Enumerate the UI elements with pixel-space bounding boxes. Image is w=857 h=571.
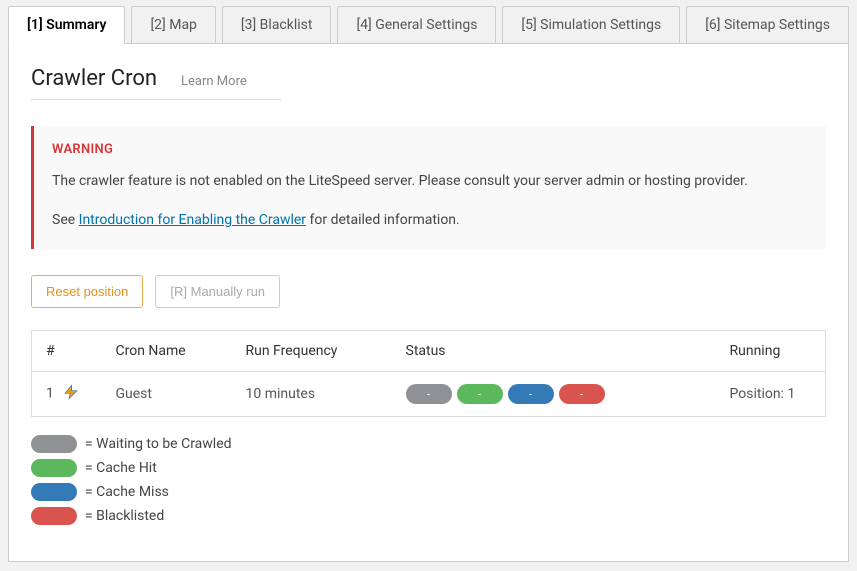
warning-line1: The crawler feature is not enabled on th… <box>52 169 808 194</box>
legend-miss: = Cache Miss <box>31 483 826 501</box>
page-title-row: Crawler Cron Learn More <box>31 66 281 100</box>
warning-line2-prefix: See <box>52 212 79 228</box>
th-num: # <box>32 331 102 372</box>
status-pill-black: - <box>559 384 605 404</box>
cell-name: Guest <box>102 372 232 417</box>
legend-pill-gray <box>31 435 77 453</box>
th-name: Cron Name <box>102 331 232 372</box>
manually-run-button[interactable]: [R] Manually run <box>155 275 280 308</box>
tab-summary[interactable]: [1] Summary <box>8 6 125 44</box>
button-row: Reset position [R] Manually run <box>31 275 826 308</box>
table-row: 1 Guest 10 minutes - - - - <box>32 372 826 417</box>
crawler-table: # Cron Name Run Frequency Status Running… <box>31 330 826 417</box>
th-freq: Run Frequency <box>232 331 392 372</box>
legend-waiting: = Waiting to be Crawled <box>31 435 826 453</box>
legend: = Waiting to be Crawled = Cache Hit = Ca… <box>31 435 826 525</box>
warning-box: WARNING The crawler feature is not enabl… <box>31 126 826 249</box>
tab-general-settings[interactable]: [4] General Settings <box>337 6 496 44</box>
learn-more-link[interactable]: Learn More <box>181 74 247 89</box>
status-pill-waiting: - <box>406 384 452 404</box>
tab-sitemap-settings[interactable]: [6] Sitemap Settings <box>686 6 849 44</box>
warning-text: The crawler feature is not enabled on th… <box>52 169 808 233</box>
legend-pill-red <box>31 507 77 525</box>
warning-heading: WARNING <box>52 142 808 157</box>
legend-hit: = Cache Hit <box>31 459 826 477</box>
legend-black: = Blacklisted <box>31 507 826 525</box>
tabs-nav: [1] Summary [2] Map [3] Blacklist [4] Ge… <box>0 0 857 44</box>
legend-label-hit: = Cache Hit <box>85 460 157 476</box>
warning-line2: See Introduction for Enabling the Crawle… <box>52 208 808 233</box>
panel-summary: Crawler Cron Learn More WARNING The craw… <box>8 43 849 562</box>
litespeed-icon <box>63 384 79 404</box>
cell-num: 1 <box>32 372 102 417</box>
cell-freq: 10 minutes <box>232 372 392 417</box>
th-running: Running <box>716 331 826 372</box>
warning-crawler-link[interactable]: Introduction for Enabling the Crawler <box>79 212 306 228</box>
tab-blacklist[interactable]: [3] Blacklist <box>222 6 332 44</box>
legend-label-waiting: = Waiting to be Crawled <box>85 436 232 452</box>
tab-map[interactable]: [2] Map <box>131 6 215 44</box>
tab-simulation-settings[interactable]: [5] Simulation Settings <box>502 6 680 44</box>
table-header-row: # Cron Name Run Frequency Status Running <box>32 331 826 372</box>
status-pill-hit: - <box>457 384 503 404</box>
cell-running: Position: 1 <box>716 372 826 417</box>
legend-pill-green <box>31 459 77 477</box>
legend-pill-blue <box>31 483 77 501</box>
status-pill-miss: - <box>508 384 554 404</box>
row-index: 1 <box>46 386 54 402</box>
legend-label-black: = Blacklisted <box>85 508 164 524</box>
cell-status: - - - - <box>392 372 716 417</box>
reset-position-button[interactable]: Reset position <box>31 275 143 308</box>
legend-label-miss: = Cache Miss <box>85 484 169 500</box>
warning-line2-suffix: for detailed information. <box>306 212 460 228</box>
page-title: Crawler Cron <box>31 66 157 91</box>
th-status: Status <box>392 331 716 372</box>
